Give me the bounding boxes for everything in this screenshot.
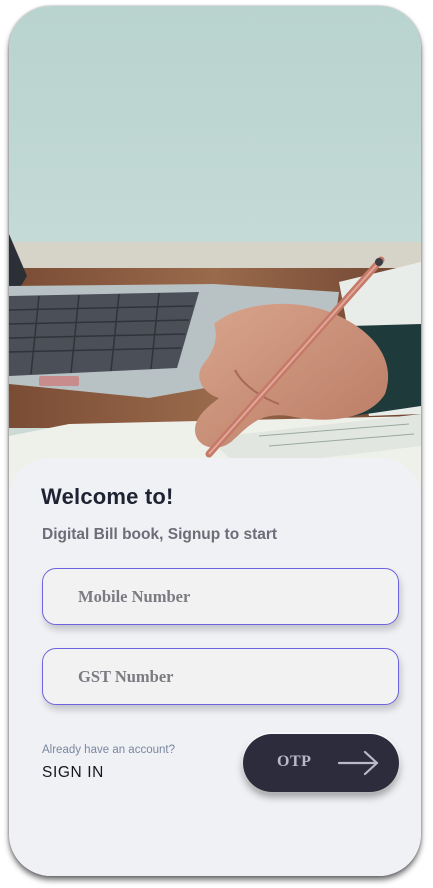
welcome-title: Welcome to! xyxy=(41,484,174,509)
sign-in-link[interactable]: SIGN IN xyxy=(42,764,104,782)
otp-button-label: OTP xyxy=(277,753,312,770)
phone-frame: Welcome to! Digital Bill book, Signup to… xyxy=(9,6,421,876)
arrow-right-icon xyxy=(337,750,379,776)
mobile-number-input[interactable] xyxy=(42,568,399,625)
gst-number-input[interactable] xyxy=(42,648,399,705)
otp-button[interactable]: OTP xyxy=(243,734,399,792)
already-account-text: Already have an account? xyxy=(42,744,175,756)
signup-card: Welcome to! Digital Bill book, Signup to… xyxy=(9,458,421,876)
welcome-subtitle: Digital Bill book, Signup to start xyxy=(42,526,278,543)
hero-image xyxy=(9,6,421,506)
